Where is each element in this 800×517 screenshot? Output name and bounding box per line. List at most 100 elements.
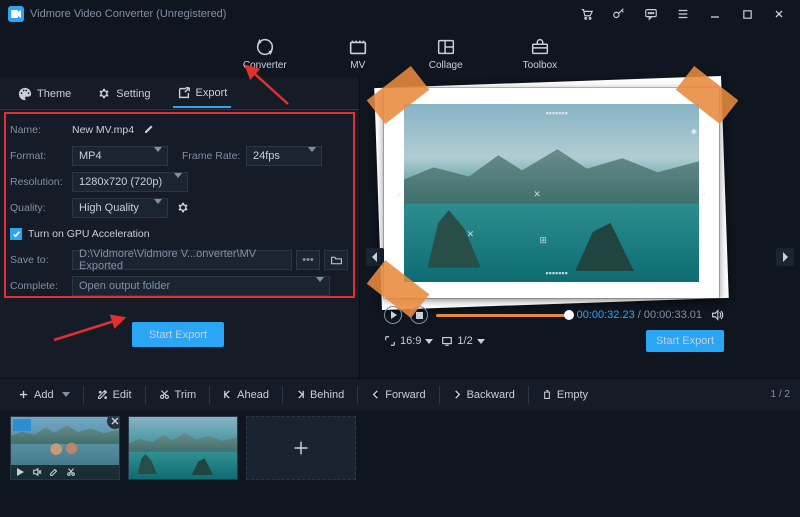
export-form: Name: New MV.mp4 Format: MP4 Frame Rate:… — [0, 110, 359, 308]
browse-button[interactable]: ••• — [296, 250, 320, 270]
add-button[interactable]: Add — [10, 385, 78, 405]
clip-toolbar — [11, 465, 119, 479]
video-preview[interactable]: ▪▪▪▪▪▪▪ ⬥ ▸ ◂ ✕ ✕ ⊞ ▪▪▪▪▪▪▪ — [384, 88, 719, 298]
toolbar-label: Behind — [310, 389, 344, 401]
ahead-button[interactable]: Ahead — [215, 385, 277, 405]
forward-button[interactable]: Forward — [363, 385, 433, 405]
framerate-select[interactable]: 24fps — [246, 146, 322, 166]
trim-button[interactable]: Trim — [151, 385, 205, 405]
tab-label: Converter — [243, 60, 287, 71]
toolbar-label: Edit — [113, 389, 132, 401]
clip-play-icon[interactable] — [15, 467, 25, 477]
main-tabs: Converter MV Collage Toolbox — [0, 28, 800, 78]
backward-button[interactable]: Backward — [445, 385, 523, 405]
tab-mv[interactable]: MV — [341, 32, 375, 75]
tab-collage[interactable]: Collage — [423, 32, 469, 75]
clip-tag-icon — [13, 419, 31, 431]
close-button[interactable] — [766, 1, 792, 27]
start-export-label: Start Export — [149, 329, 207, 341]
quality-value: High Quality — [79, 202, 139, 214]
screen-value: 1/2 — [457, 335, 472, 347]
resolution-value: 1280x720 (720p) — [79, 176, 162, 188]
toolbar-label: Backward — [467, 389, 515, 401]
tab-label: Collage — [429, 60, 463, 71]
saveto-value: D:\Vidmore\Vidmore V...onverter\MV Expor… — [79, 248, 285, 272]
toolbar-label: Empty — [557, 389, 588, 401]
time-display: 00:00:32.23 / 00:00:33.01 — [577, 309, 702, 321]
tab-converter[interactable]: Converter — [237, 32, 293, 75]
subtab-theme[interactable]: Theme — [14, 81, 75, 107]
format-value: MP4 — [79, 150, 102, 162]
preview-panel: ▪▪▪▪▪▪▪ ⬥ ▸ ◂ ✕ ✕ ⊞ ▪▪▪▪▪▪▪ 00:00:32.23 … — [360, 78, 800, 378]
tab-label: Toolbox — [523, 60, 557, 71]
toolbar-label: Add — [34, 389, 54, 401]
toolbar-label: Ahead — [237, 389, 269, 401]
volume-icon[interactable] — [710, 308, 724, 322]
empty-button[interactable]: Empty — [534, 385, 596, 405]
maximize-button[interactable] — [734, 1, 760, 27]
start-export-button-right[interactable]: Start Export — [646, 330, 724, 352]
format-select[interactable]: MP4 — [72, 146, 168, 166]
tab-toolbox[interactable]: Toolbox — [517, 32, 563, 75]
app-logo — [8, 6, 24, 22]
subtab-label: Theme — [37, 88, 71, 100]
ratio-value: 16:9 — [400, 335, 421, 347]
clip-trim-icon[interactable] — [66, 467, 76, 477]
feedback-icon[interactable] — [638, 1, 664, 27]
sub-tabs: Theme Setting Export — [0, 78, 359, 110]
edit-name-icon[interactable] — [142, 124, 154, 136]
subtab-label: Export — [196, 87, 228, 99]
format-label: Format: — [10, 150, 72, 162]
cart-icon[interactable] — [574, 1, 600, 27]
clip-thumbnail[interactable] — [128, 416, 238, 480]
player-options: 16:9 1/2 Start Export — [384, 330, 724, 352]
clip-toolbar: Add Edit Trim Ahead Behind Forward Backw… — [0, 378, 800, 410]
saveto-label: Save to: — [10, 254, 72, 266]
name-label: Name: — [10, 124, 72, 136]
quality-select[interactable]: High Quality — [72, 198, 168, 218]
subtab-export[interactable]: Export — [173, 80, 232, 108]
seek-slider[interactable] — [436, 314, 569, 317]
behind-button[interactable]: Behind — [288, 385, 352, 405]
saveto-field[interactable]: D:\Vidmore\Vidmore V...onverter\MV Expor… — [72, 250, 292, 270]
resolution-label: Resolution: — [10, 176, 72, 188]
complete-label: Complete: — [10, 280, 72, 292]
open-folder-icon[interactable] — [324, 250, 348, 270]
start-export-label: Start Export — [656, 335, 714, 347]
next-clip-icon[interactable] — [776, 248, 794, 266]
toolbar-label: Trim — [175, 389, 197, 401]
subtab-setting[interactable]: Setting — [93, 81, 154, 107]
edit-button[interactable]: Edit — [89, 385, 140, 405]
start-export-button[interactable]: Start Export — [132, 322, 224, 347]
complete-value: Open output folder — [79, 280, 170, 292]
aspect-ratio-select[interactable]: 16:9 — [384, 335, 433, 347]
minimize-button[interactable] — [702, 1, 728, 27]
resolution-select[interactable]: 1280x720 (720p) — [72, 172, 188, 192]
timeline — [0, 410, 800, 509]
menu-icon[interactable] — [670, 1, 696, 27]
gpu-checkbox[interactable] — [10, 228, 22, 240]
framerate-label: Frame Rate: — [182, 150, 246, 162]
clip-thumbnail[interactable] — [10, 416, 120, 480]
player-controls: 00:00:32.23 / 00:00:33.01 — [384, 306, 724, 324]
quality-settings-icon[interactable] — [176, 201, 190, 215]
framerate-value: 24fps — [253, 150, 280, 162]
annotation-arrow-icon — [52, 310, 130, 342]
add-clip-button[interactable] — [246, 416, 356, 480]
toolbar-label: Forward — [385, 389, 425, 401]
complete-select[interactable]: Open output folder — [72, 276, 330, 296]
page-indicator: 1 / 2 — [771, 389, 790, 400]
title-bar: Vidmore Video Converter (Unregistered) — [0, 0, 800, 28]
gpu-label: Turn on GPU Acceleration — [28, 228, 150, 240]
key-icon[interactable] — [606, 1, 632, 27]
screen-scale-select[interactable]: 1/2 — [441, 335, 484, 347]
clip-mute-icon[interactable] — [32, 467, 42, 477]
remove-clip-icon[interactable] — [107, 416, 120, 429]
tab-label: MV — [350, 60, 365, 71]
subtab-label: Setting — [116, 88, 150, 100]
app-title: Vidmore Video Converter (Unregistered) — [30, 8, 226, 20]
clip-edit-icon[interactable] — [49, 467, 59, 477]
export-panel: Theme Setting Export Name: New MV.mp4 Fo… — [0, 78, 360, 378]
name-value: New MV.mp4 — [72, 124, 134, 136]
quality-label: Quality: — [10, 202, 72, 214]
